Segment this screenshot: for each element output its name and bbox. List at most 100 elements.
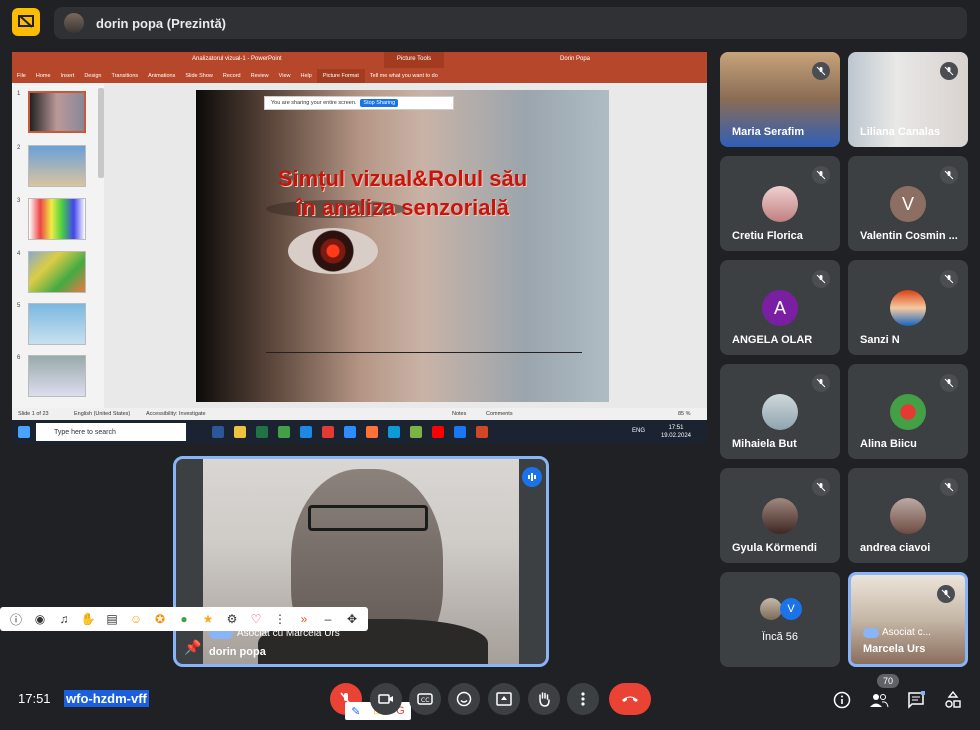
folder-icon[interactable] — [234, 426, 246, 438]
more-icon[interactable]: ⋮ — [271, 612, 289, 626]
minimize-icon[interactable]: – — [319, 612, 337, 626]
ribbon-tab-record[interactable]: Record — [218, 73, 246, 79]
presenter-tile[interactable]: Asociat cu Marcela Urs 📌 dorin popa — [173, 456, 549, 667]
participant-name: Cretiu Florica — [732, 230, 803, 242]
activities-button[interactable] — [941, 688, 965, 712]
participant-tile-active[interactable]: Asociat c... Marcela Urs — [848, 572, 968, 667]
info-icon[interactable]: ⓘ — [7, 611, 25, 628]
slide-thumbnail-2[interactable] — [28, 145, 86, 187]
ribbon-tab-animations[interactable]: Animations — [143, 73, 180, 79]
ribbon-tab-file[interactable]: File — [12, 73, 31, 79]
chat-icon[interactable]: ● — [175, 612, 193, 626]
windows-start-icon[interactable] — [18, 426, 30, 438]
heart-icon[interactable]: ♡ — [247, 612, 265, 626]
word-icon[interactable] — [212, 426, 224, 438]
zoom-level[interactable]: 85 % — [678, 411, 691, 417]
mic-off-icon — [812, 62, 830, 80]
excel-icon[interactable] — [256, 426, 268, 438]
notes-button[interactable]: Notes — [452, 411, 466, 417]
notes-icon[interactable]: ▤ — [103, 612, 121, 626]
participant-tile[interactable]: A ANGELA OLAR — [720, 260, 840, 355]
taskbar-clock[interactable]: 17:51 19.02.2024 — [661, 424, 691, 440]
ribbon-tab-slideshow[interactable]: Slide Show — [180, 73, 218, 79]
more-options-button[interactable] — [567, 683, 599, 715]
pin-icon[interactable]: 📌 — [184, 639, 201, 656]
emoji-icon[interactable]: ☺ — [127, 612, 145, 626]
chevrons-icon[interactable]: » — [295, 612, 313, 626]
slide-title: Simțul vizual&Rolul său în analiza senzo… — [216, 164, 589, 222]
mic-off-icon — [812, 374, 830, 392]
slide-thumbnails: 1 2 3 4 5 6 — [12, 83, 104, 408]
meeting-time: 17:51 — [18, 691, 51, 706]
taskbar-language[interactable]: ENG — [632, 428, 645, 434]
participant-tile[interactable]: Sanzi N — [848, 260, 968, 355]
camera-button[interactable] — [370, 683, 402, 715]
status-accessibility[interactable]: Accessibility: Investigate — [146, 411, 206, 417]
shared-screen: Analizatorul vizual-1 - PowerPoint Pictu… — [12, 52, 707, 444]
edge-icon[interactable] — [388, 426, 400, 438]
ribbon-tab-review[interactable]: Review — [246, 73, 274, 79]
ribbon-tab-insert[interactable]: Insert — [56, 73, 80, 79]
ribbon-tab-transitions[interactable]: Transitions — [106, 73, 143, 79]
reactions-button[interactable] — [448, 683, 480, 715]
raise-hand-button[interactable] — [528, 683, 560, 715]
participant-tile[interactable]: Mihaiela But — [720, 364, 840, 459]
participant-tile[interactable]: Liliana Canalas — [848, 52, 968, 147]
stop-sharing-button[interactable]: Stop Sharing — [360, 99, 399, 107]
participant-name: Gyula Körmendi — [732, 542, 817, 554]
meeting-code[interactable]: wfo-hzdm-vff — [64, 690, 149, 707]
participant-tile[interactable]: Cretiu Florica — [720, 156, 840, 251]
mic-off-icon — [940, 478, 958, 496]
facebook-icon[interactable] — [454, 426, 466, 438]
badge-icon[interactable]: ✪ — [151, 612, 169, 626]
ribbon-tab-design[interactable]: Design — [79, 73, 106, 79]
speaker-icon[interactable]: ♫ — [55, 612, 73, 626]
ribbon-tell-me[interactable]: Tell me what you want to do — [365, 73, 443, 79]
pen-icon[interactable]: ✎ — [351, 705, 360, 718]
comments-button[interactable]: Comments — [486, 411, 513, 417]
opera-icon[interactable] — [322, 426, 334, 438]
slide-canvas[interactable]: Simțul vizual&Rolul său în analiza senzo… — [196, 90, 609, 402]
people-icon — [870, 694, 889, 708]
slide-thumbnail-3[interactable] — [28, 198, 86, 240]
participant-tile[interactable]: Alina Biicu — [848, 364, 968, 459]
avatar: V — [780, 598, 802, 620]
participant-tile[interactable]: Maria Serafim — [720, 52, 840, 147]
powerpoint-icon[interactable] — [476, 426, 488, 438]
participant-tile[interactable]: V Valentin Cosmin ... — [848, 156, 968, 251]
move-icon[interactable]: ✥ — [343, 612, 361, 626]
gear-icon[interactable]: ⚙ — [223, 612, 241, 626]
participant-tile[interactable]: Gyula Körmendi — [720, 468, 840, 563]
hand-icon[interactable]: ✋ — [79, 612, 97, 626]
leave-call-button[interactable] — [609, 683, 651, 715]
chrome-icon[interactable] — [278, 426, 290, 438]
youtube-icon[interactable] — [432, 426, 444, 438]
mic-off-icon — [812, 270, 830, 288]
slide-thumbnail-6[interactable] — [28, 355, 86, 397]
eye-icon[interactable]: ◉ — [31, 612, 49, 626]
thumbnails-scrollbar[interactable] — [98, 88, 104, 178]
slide-thumbnail-4[interactable] — [28, 251, 86, 293]
participant-tile[interactable]: andrea ciavoi — [848, 468, 968, 563]
app-icon[interactable] — [300, 426, 312, 438]
app-icon[interactable] — [410, 426, 422, 438]
meeting-details-button[interactable] — [830, 688, 854, 712]
present-button[interactable] — [488, 683, 520, 715]
ribbon-tab-view[interactable]: View — [274, 73, 296, 79]
ribbon-tab-help[interactable]: Help — [296, 73, 317, 79]
avatar: A — [762, 290, 798, 326]
people-button[interactable] — [867, 688, 891, 712]
slide-thumbnail-5[interactable] — [28, 303, 86, 345]
star-icon[interactable]: ★ — [199, 612, 217, 626]
chat-button[interactable] — [904, 688, 928, 712]
ribbon-tab-home[interactable]: Home — [31, 73, 56, 79]
firefox-icon[interactable] — [366, 426, 378, 438]
presenter-info-bar[interactable]: dorin popa (Prezintă) — [54, 7, 967, 39]
presenting-icon[interactable] — [12, 8, 40, 36]
taskbar-search-input[interactable]: Type here to search — [36, 423, 186, 441]
more-participants-tile[interactable]: V Încă 56 — [720, 572, 840, 667]
slide-thumbnail-1[interactable] — [28, 91, 86, 133]
ribbon-tab-picture-format[interactable]: Picture Format — [316, 68, 365, 83]
zoom-icon[interactable] — [344, 426, 356, 438]
captions-button[interactable]: CC — [409, 683, 441, 715]
